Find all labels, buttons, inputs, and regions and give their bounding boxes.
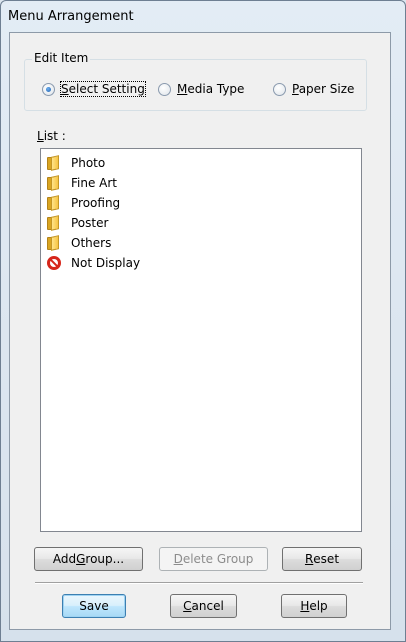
list-item-photo[interactable]: Photo — [47, 153, 140, 173]
separator — [35, 582, 363, 584]
title-bar: Menu Arrangement — [2, 2, 406, 32]
edit-item-legend: Edit Item — [32, 51, 91, 65]
add-group-button[interactable]: Add Group... — [34, 547, 143, 571]
radio-paper-size[interactable]: Paper Size — [273, 80, 354, 98]
radio-media-type-label: Media Type — [177, 82, 245, 96]
list-label: List : — [37, 129, 66, 143]
window-title: Menu Arrangement — [8, 9, 134, 24]
radio-select-setting-label: Select Setting — [60, 81, 146, 97]
list-item-poster[interactable]: Poster — [47, 213, 140, 233]
list-item-others[interactable]: Others — [47, 233, 140, 253]
folder-icon — [47, 175, 61, 191]
no-entry-icon — [47, 256, 61, 270]
delete-group-button[interactable]: Delete Group — [159, 547, 268, 571]
list-item-label: Others — [71, 236, 112, 250]
folder-icon — [47, 155, 61, 171]
list-item-not-display[interactable]: Not Display — [47, 253, 140, 273]
radio-button-selected-icon[interactable] — [42, 82, 55, 96]
list-item-label: Fine Art — [71, 176, 118, 190]
radio-select-setting[interactable]: Select Setting — [42, 80, 146, 98]
save-button[interactable]: Save — [62, 594, 126, 618]
list-item-proofing[interactable]: Proofing — [47, 193, 140, 213]
cancel-button[interactable]: Cancel — [170, 594, 237, 618]
list-item-label: Photo — [71, 156, 106, 170]
radio-media-type[interactable]: Media Type — [158, 80, 244, 98]
list-item-fine-art[interactable]: Fine Art — [47, 173, 140, 193]
menu-list-box[interactable]: Photo Fine Art Proofing Poster Others No… — [40, 148, 362, 532]
folder-icon — [47, 195, 61, 211]
folder-icon — [47, 235, 61, 251]
radio-paper-size-label: Paper Size — [292, 82, 355, 96]
list-item-label: Proofing — [71, 196, 121, 210]
list-item-label: Not Display — [71, 256, 141, 270]
radio-button-icon[interactable] — [273, 82, 286, 96]
radio-button-icon[interactable] — [158, 82, 171, 96]
list-item-label: Poster — [71, 216, 109, 230]
help-button[interactable]: Help — [281, 594, 347, 618]
reset-button[interactable]: Reset — [282, 547, 362, 571]
folder-icon — [47, 215, 61, 231]
